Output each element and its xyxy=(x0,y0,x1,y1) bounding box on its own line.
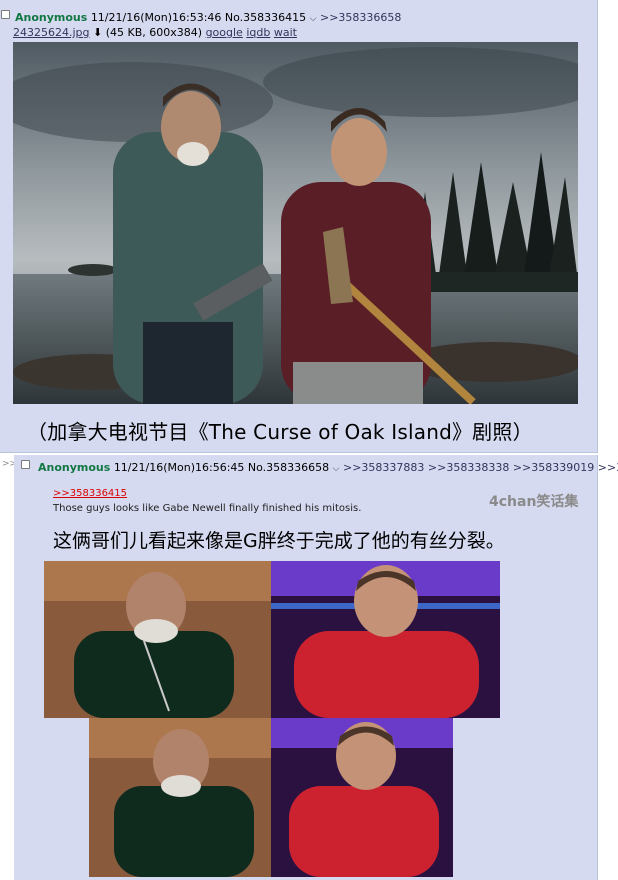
post-358336658: Anonymous 11/21/16(Mon)16:56:45 No.35833… xyxy=(14,455,618,880)
post-select-checkbox[interactable] xyxy=(1,10,10,19)
poster-name: Anonymous xyxy=(38,461,111,474)
post-358336415: Anonymous 11/21/16(Mon)16:53:46 No.35833… xyxy=(0,0,598,453)
post-image[interactable] xyxy=(13,42,578,404)
post-info: Anonymous 11/21/16(Mon)16:56:45 No.35833… xyxy=(38,461,618,476)
chevron-down-icon[interactable]: ⌵ xyxy=(333,464,340,474)
post-datetime: 11/21/16(Mon)16:56:45 xyxy=(113,461,245,474)
backlink[interactable]: >>358336658 xyxy=(320,11,401,24)
watermark: 4chan笑话集 xyxy=(489,494,579,510)
chevron-down-icon[interactable]: ⌵ xyxy=(310,14,317,24)
hide-post-button[interactable] xyxy=(21,460,30,469)
page-margin xyxy=(597,0,618,880)
file-meta: (45 KB, 600x384) xyxy=(105,26,203,39)
file-info: 24325624.jpg ⬇ (45 KB, 600x384) google i… xyxy=(13,26,297,39)
image-caption: （加拿大电视节目《The Curse of Oak Island》剧照） xyxy=(27,420,533,444)
post-message: Those guys looks like Gabe Newell finall… xyxy=(53,503,362,514)
post-info: Anonymous 11/21/16(Mon)16:53:46 No.35833… xyxy=(15,11,401,26)
google-search-link[interactable]: google xyxy=(206,26,243,39)
post-number[interactable]: No.358336415 xyxy=(225,11,306,24)
file-name-link[interactable]: 24325624.jpg xyxy=(13,26,90,39)
post-number[interactable]: No.358336658 xyxy=(248,461,329,474)
poster-name: Anonymous xyxy=(15,11,88,24)
gabe-newell-composite xyxy=(44,561,500,877)
wait-search-link[interactable]: wait xyxy=(274,26,297,39)
quote-link[interactable]: >>358336415 xyxy=(53,488,127,499)
translation-text: 这俩哥们儿看起来像是G胖终于完成了他的有丝分裂。 xyxy=(53,530,505,552)
reply-backlinks[interactable]: >>358337883 >>358338338 >>358339019 >>3 xyxy=(343,461,618,474)
iqdb-search-link[interactable]: iqdb xyxy=(246,26,270,39)
oak-island-photo xyxy=(13,42,578,404)
post-datetime: 11/21/16(Mon)16:53:46 xyxy=(90,11,222,24)
download-icon[interactable]: ⬇ xyxy=(93,26,102,39)
post-image[interactable] xyxy=(44,561,500,877)
